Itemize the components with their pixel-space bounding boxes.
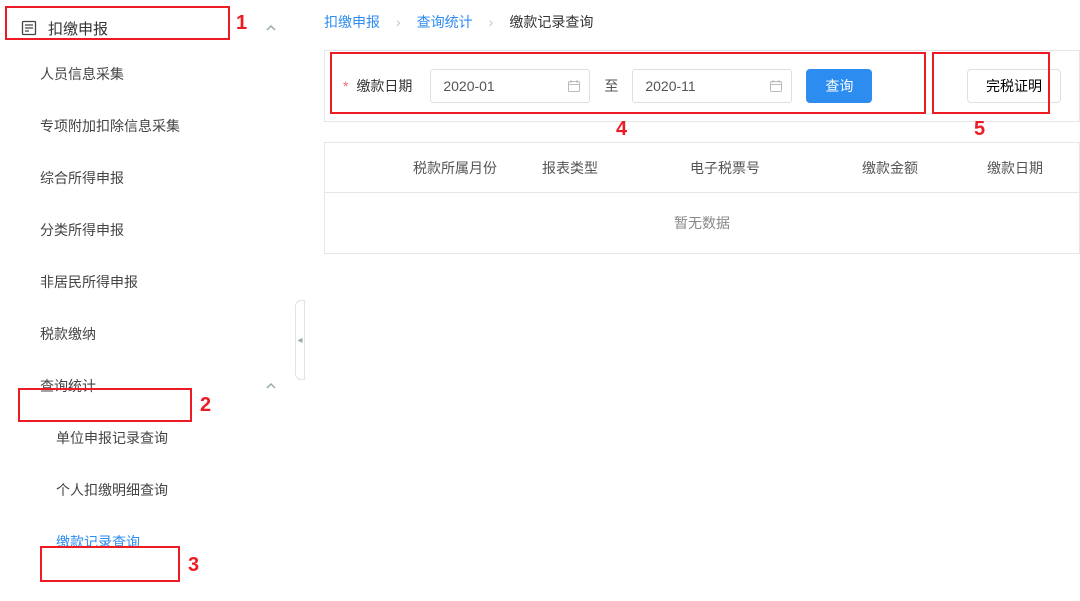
breadcrumb-declare[interactable]: 扣缴申报 <box>324 12 380 32</box>
breadcrumb-sep: › <box>396 14 401 30</box>
sidebar-item-unit-declare-record[interactable]: 单位申报记录查询 <box>0 412 300 464</box>
sidebar-item-payment-record-query[interactable]: 缴款记录查询 <box>0 516 300 568</box>
filter-bar: * 缴款日期 2020-01 至 2020-11 查询 完税证明 <box>324 50 1080 122</box>
breadcrumb: 扣缴申报 › 查询统计 › 缴款记录查询 <box>324 0 1080 40</box>
filter-to-label: 至 <box>604 76 618 96</box>
sidebar-section-query[interactable]: 查询统计 <box>0 360 300 412</box>
table-header-row: 税款所属月份 报表类型 电子税票号 缴款金额 缴款日期 <box>325 143 1079 193</box>
payment-table: 税款所属月份 报表类型 电子税票号 缴款金额 缴款日期 暂无数据 <box>324 142 1080 254</box>
table-header-date: 缴款日期 <box>955 158 1075 178</box>
filter-date-label: * 缴款日期 <box>343 76 416 96</box>
calendar-icon <box>567 79 581 93</box>
sidebar-section-query-label: 查询统计 <box>40 376 96 396</box>
date-to-input[interactable]: 2020-11 <box>632 69 792 103</box>
sidebar: 扣缴申报 人员信息采集 专项附加扣除信息采集 综合所得申报 分类所得申报 非居民… <box>0 0 300 601</box>
table-header-ticket-no: 电子税票号 <box>625 158 825 178</box>
chevron-up-icon <box>264 379 278 393</box>
sidebar-item-tax-payment[interactable]: 税款缴纳 <box>0 308 300 360</box>
sidebar-item-nonresident-income[interactable]: 非居民所得申报 <box>0 256 300 308</box>
sidebar-item-personnel[interactable]: 人员信息采集 <box>0 48 300 100</box>
query-button[interactable]: 查询 <box>806 69 872 103</box>
sidebar-item-special-deduction[interactable]: 专项附加扣除信息采集 <box>0 100 300 152</box>
breadcrumb-current: 缴款记录查询 <box>509 12 593 32</box>
sidebar-section-declare-label: 扣缴申报 <box>48 18 108 39</box>
sidebar-item-personal-withhold-detail[interactable]: 个人扣缴明细查询 <box>0 464 300 516</box>
table-header-month: 税款所属月份 <box>395 158 515 178</box>
sidebar-collapse-handle[interactable] <box>295 300 305 380</box>
table-header-amount: 缴款金额 <box>825 158 955 178</box>
sidebar-item-comprehensive-income[interactable]: 综合所得申报 <box>0 152 300 204</box>
breadcrumb-sep: › <box>489 14 494 30</box>
calendar-icon <box>769 79 783 93</box>
required-star-icon: * <box>343 78 348 94</box>
tax-certificate-button[interactable]: 完税证明 <box>967 69 1061 103</box>
table-header-report-type: 报表类型 <box>515 158 625 178</box>
breadcrumb-query-stats[interactable]: 查询统计 <box>417 12 473 32</box>
sidebar-section-declare[interactable]: 扣缴申报 <box>0 8 300 48</box>
form-icon <box>20 19 38 37</box>
sidebar-item-classified-income[interactable]: 分类所得申报 <box>0 204 300 256</box>
date-from-input[interactable]: 2020-01 <box>430 69 590 103</box>
table-empty-state: 暂无数据 <box>325 193 1079 253</box>
main-content: 扣缴申报 › 查询统计 › 缴款记录查询 * 缴款日期 2020-01 至 20… <box>300 0 1080 601</box>
chevron-up-icon <box>264 21 278 35</box>
